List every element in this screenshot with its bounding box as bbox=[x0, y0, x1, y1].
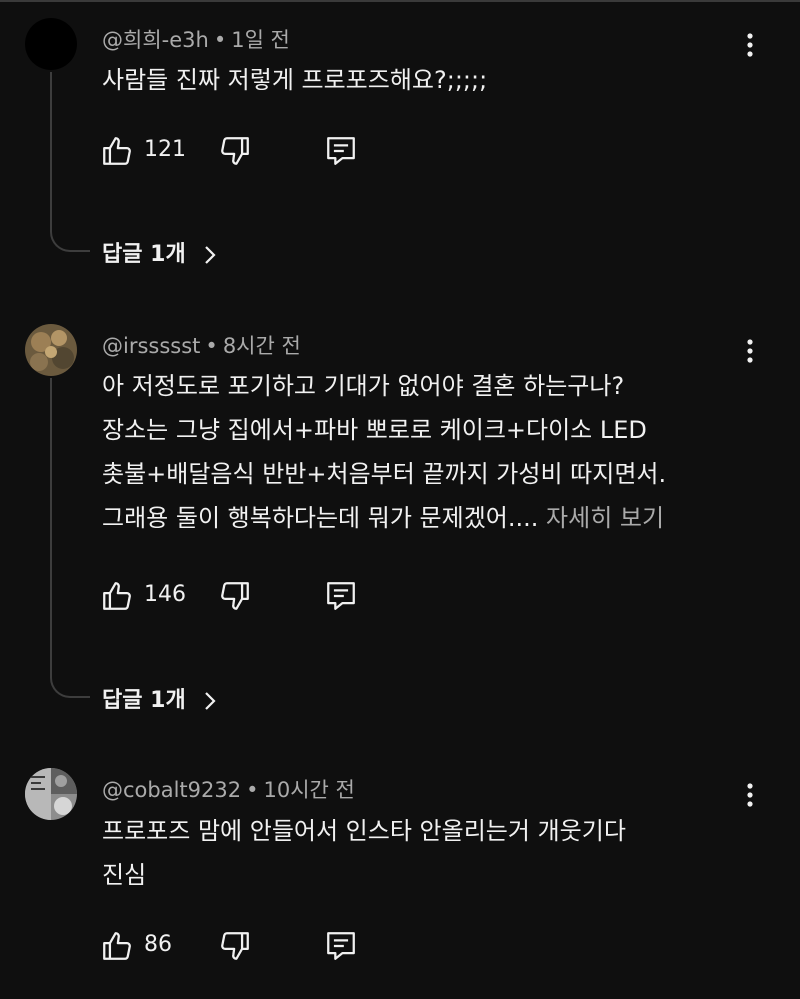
thread-line bbox=[50, 72, 52, 232]
comment-meta: @irssssst • 8시간 전 bbox=[102, 330, 301, 360]
replies-label: 답글 1개 bbox=[102, 242, 186, 267]
thumbs-up-icon[interactable] bbox=[100, 134, 134, 168]
like-count: 86 bbox=[144, 932, 172, 957]
reply-icon[interactable] bbox=[324, 929, 358, 963]
comment-text: 아 저정도로 포기하고 기대가 없어야 결혼 하는구나? 장소는 그냥 집에서+… bbox=[102, 364, 742, 540]
chevron-right-icon bbox=[205, 246, 216, 264]
comment-meta: @cobalt9232 • 10시간 전 bbox=[102, 774, 355, 804]
avatar[interactable] bbox=[25, 18, 77, 70]
thumbs-up-icon[interactable] bbox=[100, 579, 134, 613]
meta-separator: • bbox=[205, 334, 218, 358]
view-replies-button[interactable]: 답글 1개 bbox=[102, 236, 217, 268]
meta-separator: • bbox=[213, 28, 227, 52]
top-divider bbox=[0, 0, 800, 2]
comment-text: 프로포즈 맘에 안들어서 인스타 안올리는거 개웃기다 진심 bbox=[102, 809, 742, 897]
more-vert-icon[interactable] bbox=[738, 336, 762, 366]
thumbs-down-icon[interactable] bbox=[218, 134, 252, 168]
thread-curve bbox=[50, 676, 90, 698]
avatar-image bbox=[25, 768, 77, 820]
like-count: 146 bbox=[144, 582, 186, 607]
reply-icon[interactable] bbox=[324, 134, 358, 168]
meta-separator: • bbox=[246, 778, 259, 802]
comment-line: 프로포즈 맘에 안들어서 인스타 안올리는거 개웃기다 bbox=[102, 817, 626, 845]
comment-line: 진심 bbox=[102, 861, 147, 889]
comment-line: 사람들 진짜 저렇게 프로포즈해요?;;;;; bbox=[102, 66, 488, 94]
comment-time[interactable]: 8시간 전 bbox=[223, 334, 301, 358]
comment-line: 장소는 그냥 집에서+파바 뽀로로 케이크+다이소 LED bbox=[102, 416, 647, 444]
author-name[interactable]: @cobalt9232 bbox=[102, 778, 241, 802]
comment-text: 사람들 진짜 저렇게 프로포즈해요?;;;;; bbox=[102, 58, 742, 102]
author-name[interactable]: @irssssst bbox=[102, 334, 200, 358]
avatar[interactable] bbox=[25, 768, 77, 820]
more-vert-icon[interactable] bbox=[738, 780, 762, 810]
replies-label: 답글 1개 bbox=[102, 688, 186, 713]
thumbs-up-icon[interactable] bbox=[100, 929, 134, 963]
comment-actions: 121 bbox=[100, 134, 400, 170]
comment-actions: 146 bbox=[100, 579, 400, 615]
comment-meta: @희희-e3h • 1일 전 bbox=[102, 24, 290, 54]
like-count: 121 bbox=[144, 137, 186, 162]
more-vert-icon[interactable] bbox=[738, 30, 762, 60]
reply-icon[interactable] bbox=[324, 579, 358, 613]
comment-line: 아 저정도로 포기하고 기대가 없어야 결혼 하는구나? bbox=[102, 372, 625, 400]
thread-curve bbox=[50, 230, 90, 252]
comment-time[interactable]: 10시간 전 bbox=[264, 778, 355, 802]
comment-line: 촛불+배달음식 반반+처음부터 끝까지 가성비 따지면서. bbox=[102, 460, 667, 488]
comment-line: 그래용 둘이 행복하다는데 뭐가 문제겠어.... bbox=[102, 504, 539, 532]
thumbs-down-icon[interactable] bbox=[218, 929, 252, 963]
thumbs-down-icon[interactable] bbox=[218, 579, 252, 613]
read-more-link[interactable]: 자세히 보기 bbox=[546, 504, 664, 532]
avatar[interactable] bbox=[25, 324, 77, 376]
comment-time[interactable]: 1일 전 bbox=[231, 28, 290, 52]
view-replies-button[interactable]: 답글 1개 bbox=[102, 682, 217, 714]
chevron-right-icon bbox=[205, 692, 216, 710]
comment-actions: 86 bbox=[100, 929, 400, 965]
thread-line bbox=[50, 378, 52, 678]
avatar-image bbox=[25, 324, 77, 376]
author-name[interactable]: @희희-e3h bbox=[102, 28, 209, 52]
